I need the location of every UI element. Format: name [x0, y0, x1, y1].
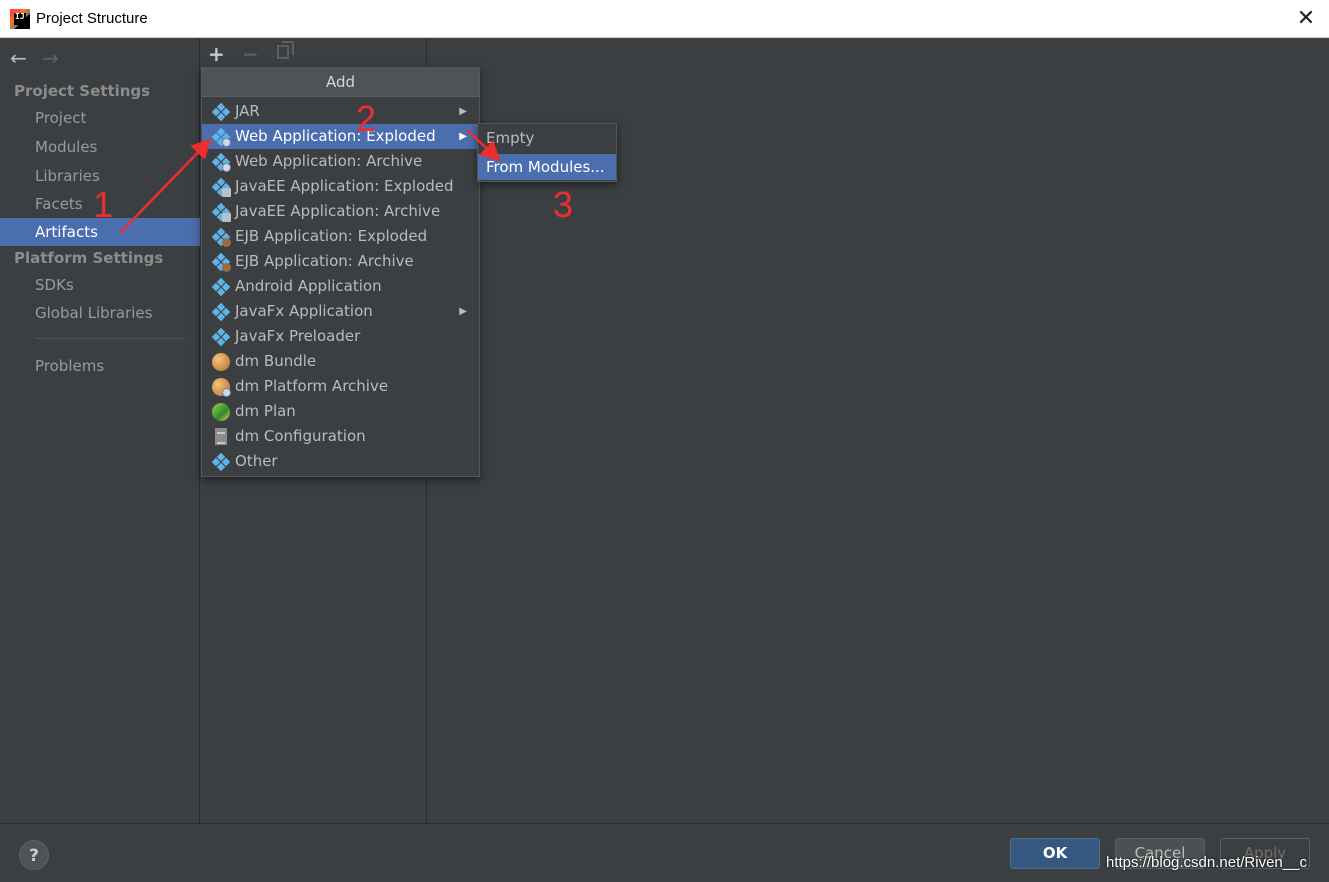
menu-item-javafx-application[interactable]: JavaFx Application ▶ [202, 299, 479, 324]
annotation-number-2: 2 [356, 98, 377, 139]
watermark: https://blog.csdn.net/Riven__c [1106, 854, 1307, 871]
menu-item-javaee-exploded[interactable]: JavaEE Application: Exploded [202, 174, 479, 199]
menu-item-label: JAR [235, 102, 260, 120]
artifact-icon [211, 452, 231, 472]
javaee-artifact-icon [211, 202, 231, 222]
menu-item-other[interactable]: Other [202, 449, 479, 474]
dm-plan-icon [212, 403, 230, 421]
sidebar-item-project[interactable]: Project [0, 104, 200, 132]
menu-item-javaee-archive[interactable]: JavaEE Application: Archive [202, 199, 479, 224]
add-button[interactable]: + [208, 42, 225, 66]
web-artifact-icon [211, 127, 231, 147]
ejb-artifact-icon [211, 252, 231, 272]
menu-item-dm-platform-archive[interactable]: dm Platform Archive [202, 374, 479, 399]
menu-item-label: Web Application: Archive [235, 152, 423, 170]
help-button[interactable]: ? [19, 840, 49, 870]
back-arrow-icon[interactable]: ← [10, 46, 42, 70]
menu-item-label: dm Configuration [235, 427, 366, 445]
javaee-artifact-icon [211, 177, 231, 197]
artifact-icon [211, 277, 231, 297]
menu-item-web-application-archive[interactable]: Web Application: Archive [202, 149, 479, 174]
web-exploded-submenu: Empty From Modules... [477, 123, 617, 182]
menu-item-dm-configuration[interactable]: dm Configuration [202, 424, 479, 449]
menu-item-label: Other [235, 452, 278, 470]
ejb-artifact-icon [211, 227, 231, 247]
menu-item-dm-plan[interactable]: dm Plan [202, 399, 479, 424]
menu-item-ejb-archive[interactable]: EJB Application: Archive [202, 249, 479, 274]
menu-item-label: JavaFx Application [235, 302, 373, 320]
web-artifact-icon [211, 152, 231, 172]
menu-item-ejb-exploded[interactable]: EJB Application: Exploded [202, 224, 479, 249]
artifact-icon [211, 302, 231, 322]
sidebar-item-problems[interactable]: Problems [0, 352, 200, 380]
menu-item-javafx-preloader[interactable]: JavaFx Preloader [202, 324, 479, 349]
submenu-arrow-icon: ▶ [459, 106, 467, 117]
artifact-icon [211, 102, 231, 122]
copy-icon[interactable] [277, 41, 294, 59]
sidebar-item-sdks[interactable]: SDKs [0, 271, 200, 299]
sidebar-divider [35, 338, 185, 339]
submenu-item-from-modules[interactable]: From Modules... [478, 154, 616, 180]
annotation-number-1: 1 [93, 184, 114, 225]
submenu-item-empty[interactable]: Empty [478, 125, 616, 151]
window-title: Project Structure [36, 10, 148, 27]
title-bar: IJ Project Structure ✕ [0, 0, 1329, 38]
popup-title: Add [202, 68, 479, 97]
sidebar-item-modules[interactable]: Modules [0, 133, 200, 161]
menu-item-label: dm Platform Archive [235, 377, 389, 395]
menu-item-label: JavaEE Application: Archive [235, 202, 441, 220]
forward-arrow-icon[interactable]: → [42, 46, 74, 70]
nav-arrows: ← → [10, 46, 74, 70]
dm-config-icon [212, 428, 230, 446]
sidebar: ← → Project Settings Project Modules Libr… [0, 38, 200, 823]
submenu-arrow-icon: ▶ [459, 131, 467, 142]
project-settings-header: Project Settings [14, 82, 151, 100]
menu-item-label: JavaEE Application: Exploded [235, 177, 454, 195]
dm-platform-icon [212, 378, 231, 397]
close-button[interactable]: ✕ [1293, 6, 1319, 32]
remove-button[interactable]: − [242, 42, 259, 66]
menu-item-label: EJB Application: Exploded [235, 227, 428, 245]
intellij-logo-icon: IJ [10, 9, 30, 29]
menu-item-jar[interactable]: JAR ▶ [202, 99, 479, 124]
menu-item-label: dm Plan [235, 402, 296, 420]
menu-item-label: Android Application [235, 277, 382, 295]
annotation-number-3: 3 [553, 184, 574, 225]
dm-bundle-icon [212, 353, 230, 371]
menu-item-android-application[interactable]: Android Application [202, 274, 479, 299]
menu-item-label: dm Bundle [235, 352, 317, 370]
sidebar-item-global-libraries[interactable]: Global Libraries [0, 299, 200, 327]
artifact-icon [211, 327, 231, 347]
menu-item-label: Web Application: Exploded [235, 127, 436, 145]
ok-button[interactable]: OK [1010, 838, 1100, 869]
platform-settings-header: Platform Settings [14, 249, 164, 267]
submenu-arrow-icon: ▶ [459, 306, 467, 317]
dialog-footer: ? OK Cancel Apply https://blog.csdn.net/… [0, 823, 1329, 882]
menu-item-web-application-exploded[interactable]: Web Application: Exploded ▶ [202, 124, 479, 149]
menu-item-dm-bundle[interactable]: dm Bundle [202, 349, 479, 374]
menu-item-label: EJB Application: Archive [235, 252, 414, 270]
menu-item-label: JavaFx Preloader [235, 327, 361, 345]
add-popup-menu: Add JAR ▶ Web Application: Exploded ▶ We… [201, 67, 480, 477]
